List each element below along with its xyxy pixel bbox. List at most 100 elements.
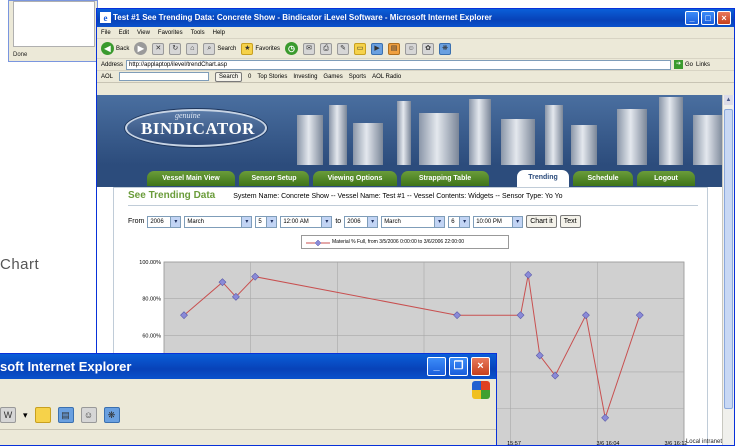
from-year-value: 2006 [150, 218, 164, 225]
address-label: Address [101, 61, 124, 68]
tab-sensor-setup[interactable]: Sensor Setup [239, 171, 309, 186]
silo-image [571, 125, 597, 165]
background-window-content [13, 1, 95, 47]
foreground-ie-window[interactable]: soft Internet Explorer _ ❐ × W ▾ ▤ ☺ ❋ [0, 353, 497, 446]
media-icon[interactable]: ▶ [371, 42, 384, 55]
back-button[interactable]: ◀ Back [101, 42, 129, 55]
search-icon: ⌕ [203, 42, 216, 55]
to-time-select[interactable]: 10:00 PM ▾ [473, 215, 524, 228]
tab-vessel-main-view[interactable]: Vessel Main View [147, 171, 235, 186]
ie-title-bar[interactable]: e Test #1 See Trending Data: Concrete Sh… [97, 9, 734, 27]
search-label: Search [217, 45, 237, 52]
silo-image [297, 115, 323, 165]
maximize-button[interactable]: □ [701, 11, 715, 25]
tab-strapping-table[interactable]: Strapping Table [401, 171, 489, 186]
background-window[interactable]: Done [8, 0, 98, 62]
menu-favorites[interactable]: Favorites [158, 27, 183, 38]
research-icon[interactable]: ▤ [388, 42, 401, 55]
standard-toolbar: ◀ Back ▶ ✕ ↻ ⌂ ⌕ Search ★ Favorites ◷ ✉ … [97, 39, 734, 59]
menu-edit[interactable]: Edit [119, 27, 129, 38]
stop-icon[interactable]: ✕ [152, 42, 165, 55]
media-icon[interactable]: ▤ [57, 407, 74, 423]
address-bar: Address http://applaptop/ilevel/trendCha… [97, 59, 734, 71]
history-icon[interactable]: ◷ [285, 42, 299, 55]
silo-image [693, 115, 723, 165]
aol-sports[interactable]: Sports [349, 74, 366, 80]
menu-tools[interactable]: Tools [191, 27, 205, 38]
aol-search-button[interactable]: Search [215, 71, 243, 82]
maximize-button[interactable]: ❐ [449, 357, 468, 376]
minimize-button[interactable]: _ [427, 357, 446, 376]
menu-file[interactable]: File [101, 27, 111, 38]
aol-top-stories[interactable]: Top Stories [257, 74, 287, 80]
tab-schedule[interactable]: Schedule [573, 171, 633, 186]
messenger-icon[interactable]: ☺ [80, 407, 97, 423]
edit-icon[interactable]: W [0, 407, 16, 423]
folder-icon[interactable] [34, 407, 51, 423]
silo-image [353, 123, 383, 165]
vertical-scrollbar[interactable]: ▲ [722, 95, 734, 445]
dropdown-arrow-icon[interactable]: ▾ [23, 410, 28, 421]
from-time-select[interactable]: 12:00 AM ▾ [280, 215, 333, 228]
mail-icon[interactable]: ✉ [303, 42, 316, 55]
fg-menu-bar [0, 379, 496, 401]
print-icon[interactable]: ⎙ [320, 42, 333, 55]
minimize-button[interactable]: _ [685, 11, 699, 25]
aol-investing[interactable]: Investing [293, 74, 317, 80]
forward-arrow-icon[interactable]: ▶ [134, 42, 148, 55]
research-icon[interactable]: ❋ [103, 407, 120, 423]
aol-label[interactable]: AOL [101, 74, 113, 80]
menu-help[interactable]: Help [213, 27, 225, 38]
fg-status-bar [0, 429, 496, 445]
from-month-select[interactable]: March ▾ [184, 215, 253, 228]
legend-label: Material % Full, from 3/5/2006 0:00:00 t… [332, 239, 465, 245]
links-label[interactable]: Links [696, 62, 710, 68]
aol-search-input[interactable] [119, 72, 210, 81]
silo-image [501, 119, 535, 165]
discuss-icon[interactable]: ✿ [422, 42, 435, 55]
favorites-button[interactable]: ★ Favorites [241, 42, 280, 55]
tab-viewing-options[interactable]: Viewing Options [313, 171, 397, 186]
from-day-select[interactable]: 5 ▾ [255, 215, 278, 228]
silo-image [397, 101, 411, 165]
chart-it-button[interactable]: Chart it [526, 215, 557, 228]
aol-games[interactable]: Games [323, 74, 342, 80]
links-icon[interactable]: ❋ [439, 42, 452, 55]
scroll-up-icon[interactable]: ▲ [724, 95, 733, 105]
messenger-icon[interactable]: ☺ [405, 42, 418, 55]
to-day-select[interactable]: 6 ▾ [448, 215, 471, 228]
x-tick-label: 3/6 16:04 [597, 441, 620, 446]
to-time-value: 10:00 PM [476, 218, 502, 225]
text-button[interactable]: Text [559, 215, 581, 228]
home-icon[interactable]: ⌂ [186, 42, 199, 55]
scrollbar-thumb[interactable] [724, 109, 733, 409]
fg-title-bar[interactable]: soft Internet Explorer _ ❐ × [0, 354, 496, 379]
chart-legend: Material % Full, from 3/5/2006 0:00:00 t… [301, 235, 509, 249]
folder-icon[interactable]: ▭ [354, 42, 367, 55]
address-input[interactable]: http://applaptop/ilevel/trendChart.asp [126, 59, 672, 70]
from-year-select[interactable]: 2006 ▾ [147, 215, 182, 228]
refresh-icon[interactable]: ↻ [169, 42, 182, 55]
edit-icon[interactable]: ✎ [337, 42, 350, 55]
windows-logo-icon [472, 381, 490, 399]
tab-logout[interactable]: Logout [637, 171, 695, 186]
to-month-select[interactable]: March ▾ [381, 215, 446, 228]
to-year-select[interactable]: 2006 ▾ [344, 215, 379, 228]
page-title: See Trending Data [128, 190, 216, 201]
go-button[interactable]: ➔ Go [674, 60, 693, 69]
search-button[interactable]: ⌕ Search [203, 42, 237, 55]
x-tick-label: 15:57 [507, 441, 521, 446]
tab-trending[interactable]: Trending [517, 170, 569, 187]
silo-image [659, 97, 683, 165]
to-month-value: March [384, 218, 401, 225]
chevron-down-icon: ▾ [512, 216, 523, 227]
close-button[interactable]: × [717, 11, 731, 25]
to-day-value: 6 [451, 218, 455, 225]
menu-view[interactable]: View [137, 27, 150, 38]
y-tick-label: 80.00% [142, 297, 161, 303]
to-label: to [335, 218, 342, 225]
aol-mail-count[interactable]: 0 [248, 74, 251, 80]
aol-radio[interactable]: AOL Radio [372, 74, 401, 80]
close-button[interactable]: × [471, 357, 490, 376]
fg-window-title: soft Internet Explorer [0, 359, 132, 374]
